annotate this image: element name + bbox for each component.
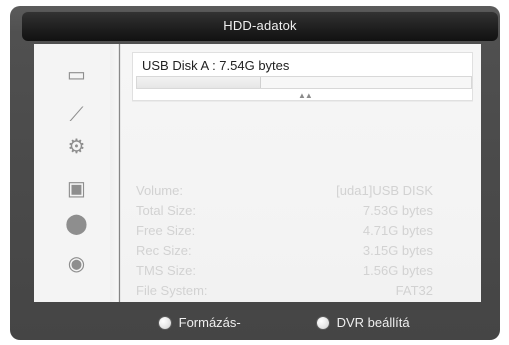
left-icon-panel: ▭ ⟋ ⚙ ▣ ⬤ ◉ [34, 44, 119, 302]
file-system-label: File System: [136, 283, 208, 298]
tms-size-value: 1.56G bytes [362, 263, 433, 278]
format-action[interactable]: Formázás- [159, 312, 241, 334]
free-size-value: 4.71G bytes [362, 223, 433, 238]
satellite-dish-icon: ⟋ [69, 104, 84, 126]
disk-summary-label: USB Disk A : 7.54G bytes [142, 58, 290, 73]
total-size-label: Total Size: [136, 203, 196, 218]
media-player-icon: ◉ [67, 253, 86, 275]
rec-size-label: Rec Size: [136, 243, 192, 258]
dvr-settings-action[interactable]: DVR beállítá [317, 312, 410, 334]
disk-info-list: Volume: [uda1]USB DISK Total Size: 7.53G… [136, 181, 433, 301]
disk-summary-box: USB Disk A : 7.54G bytes ▲▲ [132, 52, 473, 101]
disk-usage-bar [136, 76, 472, 89]
info-row-volume: Volume: [uda1]USB DISK [136, 181, 433, 200]
toolbox-icon: ▣ [67, 178, 86, 200]
file-system-value: FAT32 [395, 283, 433, 298]
settings-gear-icon: ⚙ [67, 136, 86, 158]
info-row-tms-size: TMS Size: 1.56G bytes [136, 261, 433, 280]
format-bullet-icon [159, 317, 171, 329]
hdd-info-screen: HDD-adatok ▭ ⟋ ⚙ ▣ ⬤ ◉ USB Disk A : 7.54… [0, 0, 509, 345]
volume-value: [uda1]USB DISK [336, 183, 433, 198]
title-bar: HDD-adatok [22, 11, 498, 41]
total-size-value: 7.53G bytes [362, 203, 433, 218]
info-row-file-system: File System: FAT32 [136, 281, 433, 300]
format-action-label: Formázás- [178, 315, 241, 330]
dvr-settings-bullet-icon [317, 317, 329, 329]
info-row-free-size: Free Size: 4.71G bytes [136, 221, 433, 240]
hdd-content-panel: USB Disk A : 7.54G bytes ▲▲ Volume: [uda… [120, 44, 481, 302]
disk-position-markers: ▲▲ [298, 91, 313, 100]
disk-usage-fill [137, 77, 261, 88]
tms-size-label: TMS Size: [136, 263, 196, 278]
info-row-total-size: Total Size: 7.53G bytes [136, 201, 433, 220]
free-size-label: Free Size: [136, 223, 196, 238]
rec-size-value: 3.15G bytes [362, 243, 433, 258]
panel-divider [110, 44, 120, 302]
game-icon: ⬤ [65, 213, 88, 235]
dvr-settings-action-label: DVR beállítá [336, 315, 410, 330]
footer-actions: Formázás- DVR beállítá [0, 312, 509, 334]
window-title: HDD-adatok [223, 18, 297, 33]
monitor-icon: ▭ [67, 64, 86, 86]
volume-label: Volume: [136, 183, 183, 198]
info-row-rec-size: Rec Size: 3.15G bytes [136, 241, 433, 260]
